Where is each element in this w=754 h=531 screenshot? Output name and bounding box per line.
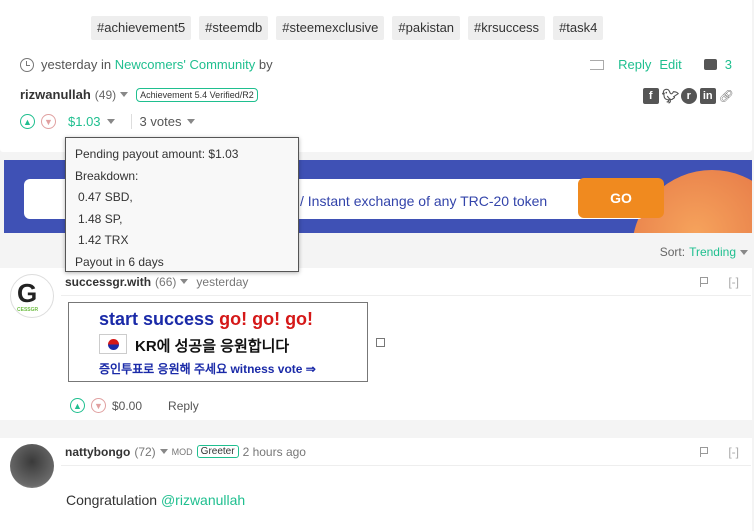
- tag-task4[interactable]: #task4: [553, 16, 604, 40]
- comment-header: nattybongo (72) MOD Greeter 2 hours ago …: [61, 438, 751, 466]
- tooltip-trx: 1.42 TRX: [78, 233, 129, 247]
- collapse-button[interactable]: [-]: [728, 445, 739, 459]
- greeter-badge: Greeter: [196, 445, 239, 458]
- comment-item: G CESSGR successgr.with (66) yesterday [-…: [0, 268, 752, 420]
- tooltip-pending: Pending payout amount: $1.03: [75, 147, 239, 161]
- post-meta: yesterday in Newcomers' Community by: [20, 57, 273, 72]
- tooltip-breakdown: Breakdown:: [75, 168, 139, 183]
- tag-steemexclusive[interactable]: #steemexclusive: [276, 16, 385, 40]
- author-badge: Achievement 5.4 Verified/R2: [136, 87, 258, 102]
- payout-value[interactable]: $1.03: [68, 114, 101, 129]
- tag-steemdb[interactable]: #steemdb: [199, 16, 269, 40]
- sort-select[interactable]: Trending: [689, 245, 736, 259]
- share-icons: f 🐦︎ r in 🔗︎: [642, 88, 734, 104]
- comment-text: Congratulation: [66, 492, 161, 508]
- comments-icon[interactable]: [703, 59, 717, 70]
- reddit-icon[interactable]: r: [680, 88, 697, 104]
- avatar[interactable]: G CESSGR: [10, 274, 54, 318]
- avatar[interactable]: [10, 444, 54, 488]
- mod-label: MOD: [171, 446, 193, 457]
- downvote-icon[interactable]: ▼: [41, 114, 56, 129]
- chevron-down-icon[interactable]: [106, 119, 115, 124]
- link-icon[interactable]: 🔗︎: [719, 89, 734, 103]
- ad-line1-a: start success: [99, 309, 215, 329]
- banner-text: / Instant exchange of any TRC-20 token: [300, 193, 548, 209]
- comment-body: Congratulation @rizwanullah: [66, 492, 245, 508]
- facebook-icon[interactable]: f: [642, 88, 659, 104]
- post-actions: Reply Edit 3: [590, 57, 732, 72]
- mention-link[interactable]: @rizwanullah: [161, 492, 245, 508]
- upvote-icon[interactable]: ▲: [70, 398, 85, 413]
- author-reputation: (49): [94, 87, 117, 102]
- chevron-down-icon[interactable]: [187, 119, 196, 124]
- comment-vote-line: ▲ ▼ $0.00 Reply: [70, 398, 199, 413]
- comment-count[interactable]: 3: [725, 57, 732, 72]
- author-link[interactable]: rizwanullah: [20, 87, 91, 102]
- comment-author[interactable]: nattybongo: [65, 445, 130, 459]
- comment-author[interactable]: successgr.with: [65, 275, 151, 289]
- chevron-down-icon[interactable]: [120, 92, 129, 97]
- chevron-down-icon[interactable]: [740, 249, 748, 255]
- downvote-icon[interactable]: ▼: [91, 398, 106, 413]
- in-text: in: [101, 57, 112, 72]
- twitter-icon[interactable]: 🐦︎: [661, 88, 680, 104]
- ad-line3: 증인투표로 응원해 주세요 witness vote ⇒: [99, 362, 316, 376]
- clock-icon: [20, 57, 34, 72]
- votes-count[interactable]: 3 votes: [130, 114, 181, 129]
- comment-payout[interactable]: $0.00: [112, 399, 142, 413]
- tooltip-payout-in: Payout in 6 days: [75, 254, 164, 269]
- author-line: rizwanullah (49) Achievement 5.4 Verifie…: [20, 87, 258, 102]
- comment-time[interactable]: yesterday: [196, 275, 248, 289]
- sort-control: Sort: Trending: [660, 245, 748, 259]
- comment-item: nattybongo (72) MOD Greeter 2 hours ago …: [0, 438, 752, 531]
- collapse-button[interactable]: [-]: [728, 275, 739, 289]
- edit-button[interactable]: Edit: [659, 57, 681, 72]
- tooltip-sp: 1.48 SP,: [78, 211, 123, 226]
- post-time: yesterday: [41, 57, 98, 72]
- upvote-icon[interactable]: ▲: [20, 114, 35, 129]
- tag-list: #achievement5 #steemdb #steemexclusive #…: [91, 16, 604, 40]
- tag-pakistan[interactable]: #pakistan: [392, 16, 461, 40]
- external-link-icon[interactable]: [376, 338, 385, 347]
- chevron-down-icon[interactable]: [159, 449, 168, 454]
- go-button[interactable]: GO: [578, 178, 664, 218]
- comment-reputation: (72): [134, 444, 156, 459]
- linkedin-icon[interactable]: in: [699, 88, 716, 104]
- korea-flag-icon: [99, 334, 127, 354]
- comment-ad-image[interactable]: start success go! go! go! KR에 성공을 응원합니다 …: [68, 302, 368, 382]
- flag-icon[interactable]: [700, 277, 709, 287]
- resteem-icon[interactable]: [590, 59, 605, 70]
- community-link[interactable]: Newcomers' Community: [115, 57, 255, 72]
- sort-label: Sort:: [659, 245, 686, 259]
- tag-achievement5[interactable]: #achievement5: [91, 16, 192, 40]
- by-text: by: [258, 57, 273, 72]
- comment-reputation: (66): [155, 274, 177, 289]
- tag-krsuccess[interactable]: #krsuccess: [468, 16, 546, 40]
- payout-tooltip: Pending payout amount: $1.03 Breakdown: …: [65, 137, 299, 272]
- ad-line1-b: go! go! go!: [219, 309, 314, 329]
- post-footer-card: #achievement5 #steemdb #steemexclusive #…: [0, 0, 752, 152]
- comment-time[interactable]: 2 hours ago: [243, 445, 306, 459]
- ad-line2: KR에 성공을 응원합니다: [135, 338, 290, 355]
- vote-line: ▲ ▼ $1.03 3 votes: [20, 114, 196, 129]
- ad-line1: start success go! go! go!: [99, 309, 313, 330]
- chevron-down-icon[interactable]: [180, 279, 189, 284]
- comment-reply-button[interactable]: Reply: [168, 399, 199, 413]
- reply-button[interactable]: Reply: [618, 57, 651, 72]
- flag-icon[interactable]: [700, 447, 709, 457]
- tooltip-sbd: 0.47 SBD,: [78, 190, 133, 204]
